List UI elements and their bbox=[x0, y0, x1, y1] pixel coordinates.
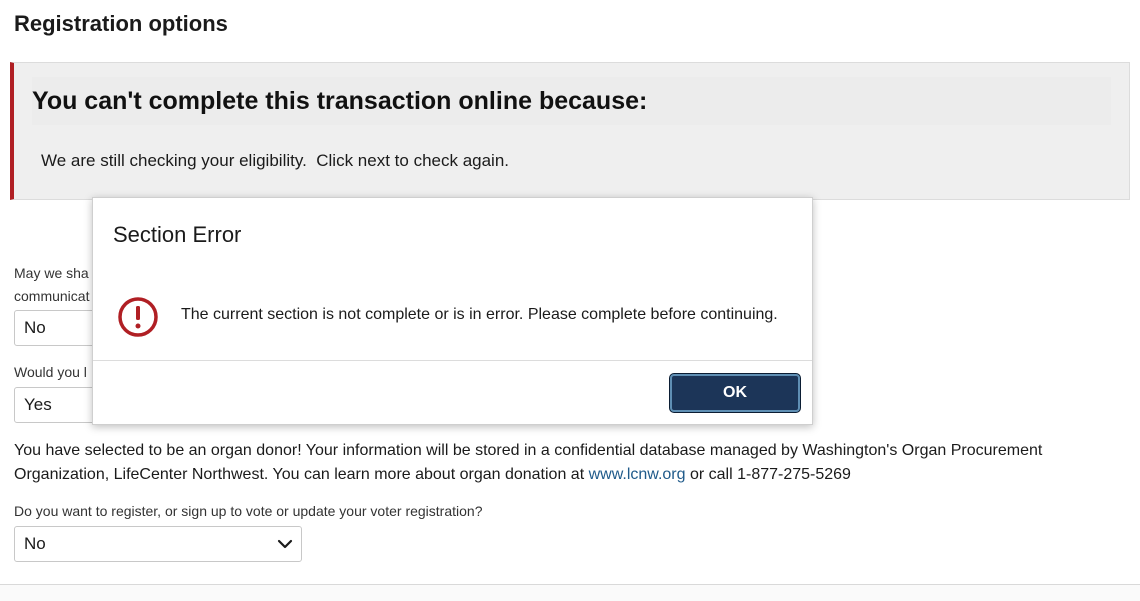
question-organ-donor-label: Would you l bbox=[14, 364, 87, 380]
voter-registration-select-value: No bbox=[24, 534, 46, 553]
organ-donor-info: You have selected to be an organ donor! … bbox=[14, 439, 1124, 487]
page-title: Registration options bbox=[14, 11, 228, 36]
donor-info-text: You have selected to be an organ donor! … bbox=[14, 442, 1043, 483]
ok-button[interactable]: OK bbox=[670, 374, 800, 412]
alert-heading: You can't complete this transaction onli… bbox=[32, 77, 1111, 125]
alert-body: We are still checking your eligibility. … bbox=[41, 151, 510, 170]
dialog-divider bbox=[93, 360, 812, 361]
error-alert: You can't complete this transaction onli… bbox=[10, 62, 1130, 200]
question-share-label: May we sha bbox=[14, 265, 89, 281]
dialog-title: Section Error bbox=[113, 222, 242, 247]
footer-divider bbox=[0, 584, 1140, 601]
chevron-down-icon bbox=[277, 539, 293, 549]
organ-donor-select-value: Yes bbox=[24, 395, 52, 414]
question-share-label-line2: communicat bbox=[14, 288, 90, 304]
donor-info-phone: or call 1-877-275-5269 bbox=[685, 466, 851, 483]
question-voter-label: Do you want to register, or sign up to v… bbox=[14, 503, 483, 519]
share-info-select-value: No bbox=[24, 318, 46, 337]
lcnw-link[interactable]: www.lcnw.org bbox=[589, 466, 686, 483]
voter-registration-select[interactable]: No bbox=[14, 526, 302, 562]
page: Registration options You can't complete … bbox=[0, 0, 1140, 601]
error-icon bbox=[118, 297, 158, 337]
dialog-message: The current section is not complete or i… bbox=[181, 306, 778, 323]
section-error-dialog: Section Error The current section is not… bbox=[92, 197, 813, 425]
